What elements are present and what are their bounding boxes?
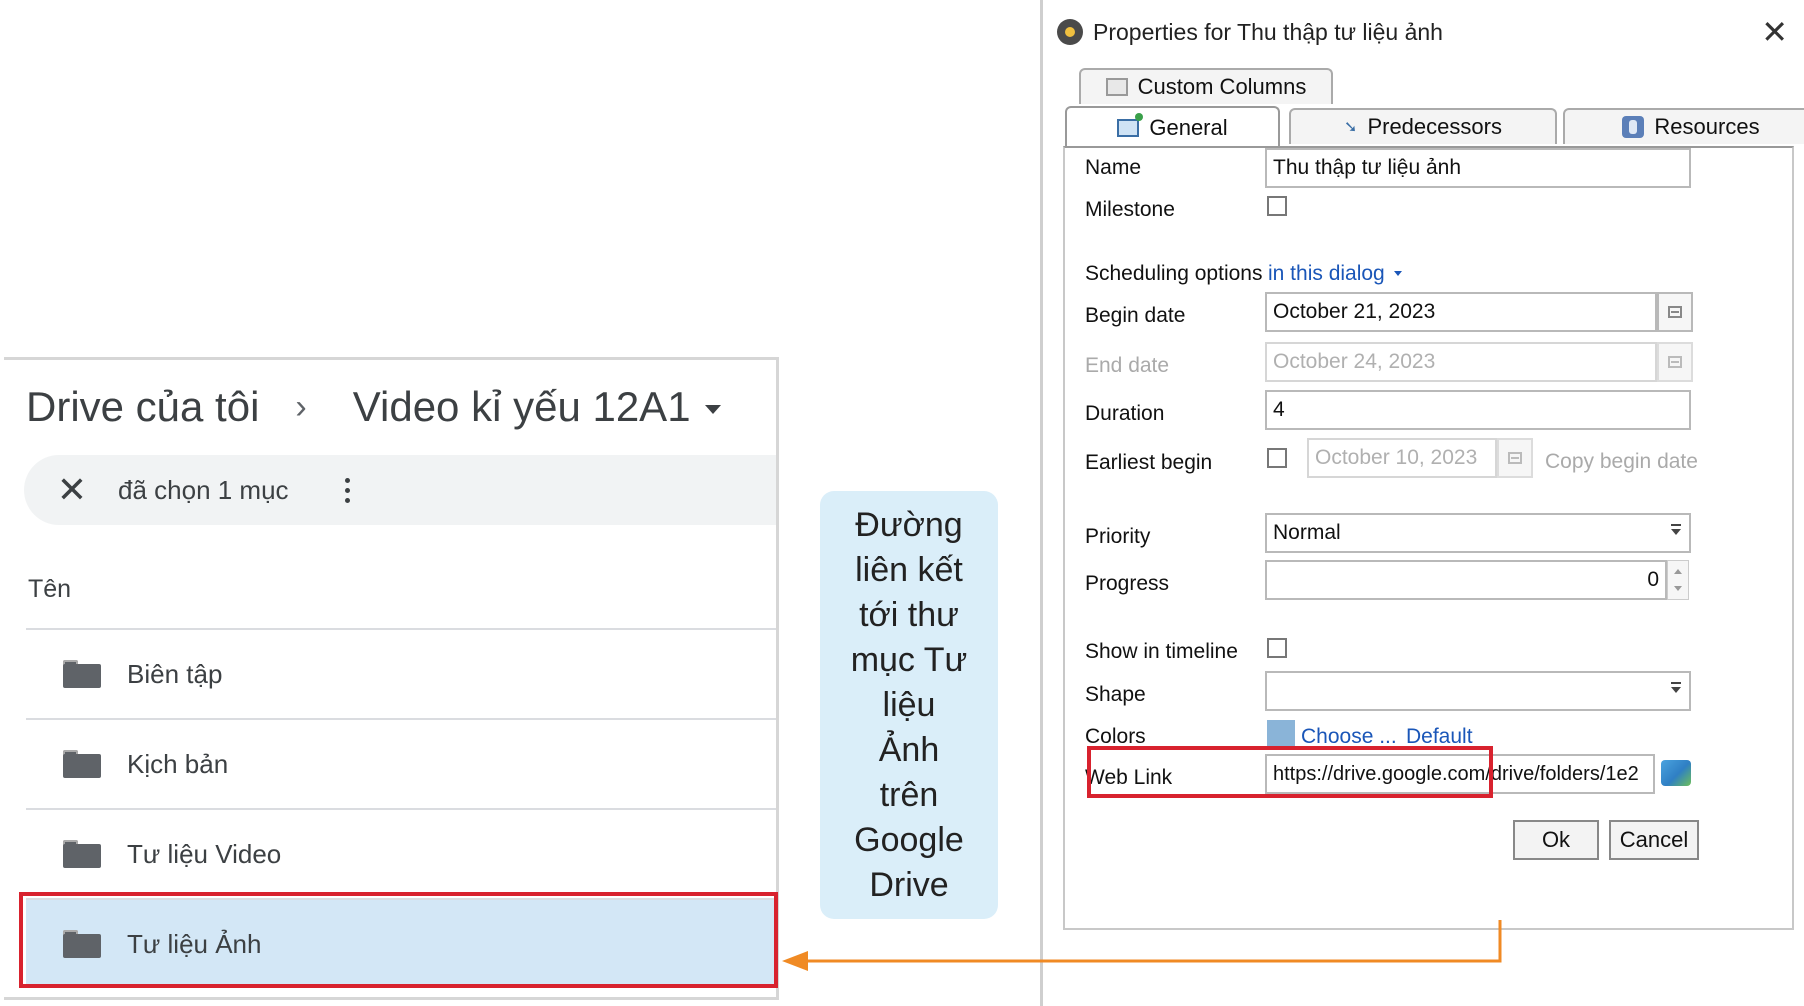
file-name: Kịch bản	[127, 748, 229, 779]
earliest-begin-input: October 10, 2023	[1307, 438, 1497, 478]
color-swatch[interactable]	[1267, 720, 1295, 746]
begin-date-input[interactable]: October 21, 2023	[1265, 292, 1657, 332]
resources-icon	[1622, 116, 1645, 138]
calendar-button	[1657, 342, 1693, 382]
copy-begin-date-button: Copy begin date	[1545, 450, 1698, 473]
breadcrumb-current[interactable]: Video kỉ yếu 12A1	[353, 383, 691, 431]
arrow-icon: ➘	[1344, 119, 1358, 136]
globe-icon[interactable]	[1661, 760, 1691, 786]
close-icon[interactable]: ✕	[1761, 13, 1788, 51]
shape-label: Shape	[1085, 683, 1146, 706]
duration-input[interactable]: 4	[1265, 390, 1691, 430]
close-icon[interactable]: ✕	[54, 469, 90, 511]
dialog-title: Properties for Thu thập tư liệu ảnh	[1093, 18, 1443, 45]
milestone-label: Milestone	[1085, 198, 1175, 221]
tab-general[interactable]: General	[1065, 106, 1280, 148]
folder-icon	[63, 750, 101, 778]
tab-label: Resources	[1654, 114, 1760, 139]
file-name: Tư liệu Video	[127, 838, 282, 869]
tab-resources[interactable]: Resources	[1563, 108, 1804, 144]
name-input[interactable]: Thu thập tư liệu ảnh	[1265, 148, 1691, 188]
columns-icon	[1105, 78, 1128, 96]
selection-bar: ✕ đã chọn 1 mục	[24, 455, 776, 525]
timeline-checkbox[interactable]	[1267, 638, 1287, 658]
scheduling-label: Scheduling options	[1085, 262, 1263, 285]
selected-folder-highlight	[19, 892, 778, 988]
chevron-right-icon: ›	[295, 387, 307, 426]
progress-label: Progress	[1085, 572, 1170, 595]
list-item[interactable]: Tư liệu Video	[26, 808, 776, 898]
breadcrumb-root[interactable]: Drive của tôi	[26, 383, 259, 431]
folder-icon	[63, 840, 101, 868]
general-icon	[1117, 113, 1144, 137]
duration-label: Duration	[1085, 402, 1165, 425]
list-item[interactable]: Biên tập	[26, 628, 776, 718]
properties-dialog: Properties for Thu thập tư liệu ảnh ✕ Cu…	[1040, 0, 1804, 1006]
app-icon	[1057, 19, 1083, 45]
progress-spinner[interactable]	[1667, 560, 1689, 600]
ok-button[interactable]: Ok	[1513, 820, 1599, 860]
caret-down-icon[interactable]	[704, 404, 721, 414]
tab-label: Predecessors	[1367, 114, 1502, 139]
name-label: Name	[1085, 156, 1142, 179]
tab-predecessors[interactable]: ➘ Predecessors	[1289, 108, 1557, 144]
breadcrumb: Drive của tôi › Video kỉ yếu 12A1	[26, 372, 766, 442]
cancel-button[interactable]: Cancel	[1609, 820, 1699, 860]
shape-select[interactable]	[1265, 671, 1691, 711]
calendar-icon	[1508, 452, 1522, 464]
earliest-begin-label: Earliest begin	[1085, 451, 1213, 474]
calendar-icon	[1668, 356, 1682, 368]
progress-input[interactable]: 0	[1265, 560, 1667, 600]
tab-label: Custom Columns	[1137, 74, 1307, 99]
tab-custom-columns[interactable]: Custom Columns	[1079, 68, 1333, 104]
earliest-begin-checkbox[interactable]	[1267, 448, 1287, 468]
arrow-head-icon	[782, 951, 808, 971]
more-vert-icon[interactable]	[344, 477, 350, 503]
selection-count: đã chọn 1 mục	[118, 474, 289, 505]
web-link-highlight	[1087, 746, 1493, 798]
timeline-label: Show in timeline	[1085, 640, 1238, 663]
caret-down-icon[interactable]	[1394, 271, 1402, 276]
dropdown-arrow-icon	[1671, 524, 1681, 535]
calendar-icon	[1668, 306, 1682, 318]
dropdown-arrow-icon	[1671, 682, 1681, 693]
tab-label: General	[1149, 115, 1228, 140]
general-panel: Name Thu thập tư liệu ảnh Milestone Sche…	[1063, 146, 1794, 930]
priority-value: Normal	[1273, 521, 1341, 544]
list-item[interactable]: Kịch bản	[26, 718, 776, 808]
end-date-label: End date	[1085, 354, 1170, 377]
column-header-name[interactable]: Tên	[28, 575, 71, 604]
calendar-button	[1497, 438, 1533, 478]
file-name: Biên tập	[127, 658, 223, 689]
begin-date-label: Begin date	[1085, 304, 1186, 327]
dialog-titlebar: Properties for Thu thập tư liệu ảnh ✕	[1057, 14, 1788, 50]
callout-note: Đường liên kết tới thư mục Tư liệu Ảnh t…	[820, 491, 998, 919]
folder-icon	[63, 660, 101, 688]
calendar-button[interactable]	[1657, 292, 1693, 332]
tab-strip: Custom Columns ➘ Predecessors Resources …	[1063, 68, 1804, 148]
milestone-checkbox[interactable]	[1267, 196, 1287, 216]
end-date-input: October 24, 2023	[1265, 342, 1657, 382]
priority-select[interactable]: Normal	[1265, 513, 1691, 553]
priority-label: Priority	[1085, 525, 1151, 548]
scheduling-dropdown[interactable]: in this dialog	[1268, 262, 1385, 286]
